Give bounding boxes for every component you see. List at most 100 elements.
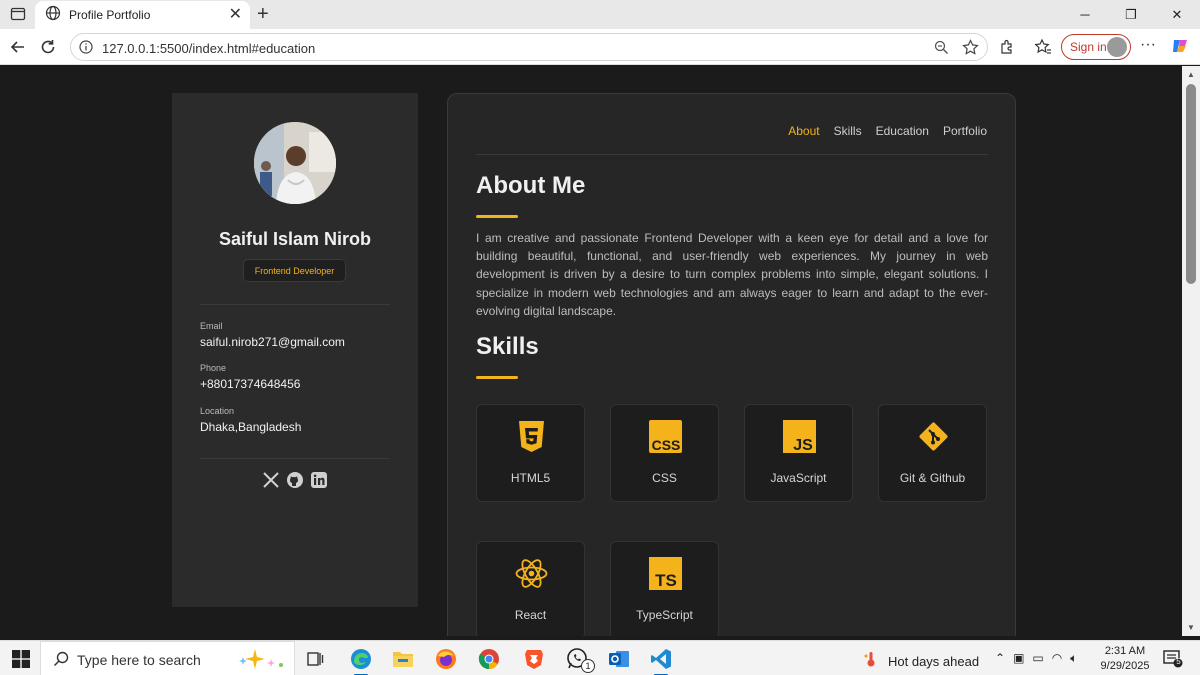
edge-icon[interactable] xyxy=(348,646,374,675)
task-view-icon[interactable] xyxy=(302,646,328,672)
firefox-icon[interactable] xyxy=(433,646,459,672)
skill-label: TypeScript xyxy=(636,608,693,622)
email-label: Email xyxy=(200,321,223,331)
more-options-icon[interactable]: ··· xyxy=(1140,36,1156,54)
zoom-icon[interactable] xyxy=(934,40,949,60)
browser-tabbar: Profile Portfolio ✕ + ─ ❐ ✕ xyxy=(0,0,1200,29)
skill-card-javascript: JS JavaScript xyxy=(744,404,853,502)
social-links xyxy=(172,471,418,489)
skill-card-react: React xyxy=(476,541,585,636)
tab-title: Profile Portfolio xyxy=(69,8,151,22)
contact-divider xyxy=(200,458,390,459)
search-placeholder: Type here to search xyxy=(77,652,201,668)
whatsapp-icon[interactable]: 1 xyxy=(564,646,595,673)
javascript-icon: JS xyxy=(782,419,817,454)
svg-text:TS: TS xyxy=(655,571,677,590)
phone-value[interactable]: +88017374648456 xyxy=(200,377,300,391)
volume-icon[interactable]: 🔈︎ xyxy=(1070,651,1077,666)
scrollbar-thumb[interactable] xyxy=(1186,84,1196,284)
weather-text: Hot days ahead xyxy=(888,654,980,669)
favorite-star-icon[interactable] xyxy=(962,39,979,61)
site-info-icon[interactable] xyxy=(79,40,93,59)
chevron-up-icon[interactable]: ⌃ xyxy=(995,651,1005,666)
file-explorer-icon[interactable] xyxy=(390,646,416,672)
html5-icon xyxy=(514,419,549,454)
taskbar: Type here to search 1 Hot days ahead ⌃ ▣… xyxy=(0,640,1200,675)
back-icon[interactable] xyxy=(8,37,28,57)
clock[interactable]: 2:31 AM 9/29/2025 xyxy=(1100,644,1150,674)
skill-label: HTML5 xyxy=(510,471,551,485)
brave-icon[interactable] xyxy=(521,646,547,672)
scroll-down-icon[interactable]: ▼ xyxy=(1187,623,1195,632)
url-text: 127.0.0.1:5500/index.html#education xyxy=(102,41,316,56)
profile-avatar-icon xyxy=(1107,37,1127,57)
browser-tab[interactable]: Profile Portfolio ✕ xyxy=(35,1,250,29)
nav-skills[interactable]: Skills xyxy=(834,124,862,138)
outlook-icon[interactable] xyxy=(606,646,632,672)
skill-label: CSS xyxy=(652,471,677,485)
x-icon[interactable] xyxy=(262,471,280,489)
sidebar-toggle-icon[interactable] xyxy=(10,6,26,22)
clock-time: 2:31 AM xyxy=(1104,645,1146,657)
css-icon: CSS xyxy=(648,419,683,454)
battery-icon[interactable]: ▭ xyxy=(1032,651,1043,666)
about-title: About Me xyxy=(476,172,586,199)
sign-in-label: Sign in xyxy=(1070,40,1107,54)
sign-in-button[interactable]: Sign in xyxy=(1061,34,1131,60)
skill-label: JavaScript xyxy=(770,471,827,485)
svg-text:JS: JS xyxy=(793,437,813,454)
phone-label: Phone xyxy=(200,363,227,373)
role-badge: Frontend Developer xyxy=(243,259,346,282)
notification-icon[interactable]: 5 xyxy=(1163,650,1183,673)
notification-count: 5 xyxy=(1176,657,1181,666)
main-content-card: About Skills Education Portfolio About M… xyxy=(447,93,1016,636)
scroll-up-icon[interactable]: ▲ xyxy=(1187,70,1195,79)
thermometer-icon xyxy=(862,650,880,673)
browser-toolbar: 127.0.0.1:5500/index.html#education Sign… xyxy=(0,29,1200,65)
profile-photo xyxy=(254,122,336,204)
location-label: Location xyxy=(200,406,235,416)
windows-start-icon[interactable] xyxy=(12,650,30,673)
typescript-icon: TS xyxy=(648,556,683,591)
extensions-icon[interactable] xyxy=(999,38,1016,60)
restore-icon[interactable]: ❐ xyxy=(1108,0,1154,29)
refresh-icon[interactable] xyxy=(38,37,58,57)
page-viewport: Saiful Islam Nirob Frontend Developer Em… xyxy=(4,66,1182,636)
section-nav: About Skills Education Portfolio xyxy=(788,124,987,138)
weather-widget[interactable]: Hot days ahead xyxy=(862,650,979,673)
taskbar-search[interactable]: Type here to search xyxy=(40,641,295,675)
nav-education[interactable]: Education xyxy=(876,124,929,138)
wifi-icon[interactable]: ◠ xyxy=(1052,651,1062,666)
clock-date: 9/29/2025 xyxy=(1100,660,1150,672)
system-tray: ⌃ ▣ ▭ ◠ 🔈︎ xyxy=(995,651,1077,666)
git-icon xyxy=(916,419,951,454)
search-icon xyxy=(53,651,69,672)
about-underline xyxy=(476,215,518,218)
copilot-icon[interactable] xyxy=(1170,36,1190,61)
skill-card-git: Git & Github xyxy=(878,404,987,502)
react-icon xyxy=(514,556,549,591)
page-scrollbar[interactable]: ▲ ▼ xyxy=(1182,66,1200,636)
close-tab-icon[interactable]: ✕ xyxy=(229,7,242,23)
email-value[interactable]: saiful.nirob271@gmail.com xyxy=(200,335,345,349)
skill-card-typescript: TS TypeScript xyxy=(610,541,719,636)
nav-portfolio[interactable]: Portfolio xyxy=(943,124,987,138)
new-tab-icon[interactable]: + xyxy=(257,4,269,24)
linkedin-icon[interactable] xyxy=(310,471,328,489)
minimize-icon[interactable]: ─ xyxy=(1062,0,1108,29)
vscode-icon[interactable] xyxy=(648,646,674,675)
window-controls: ─ ❐ ✕ xyxy=(1062,0,1200,29)
skill-label: Git & Github xyxy=(899,471,966,485)
github-icon[interactable] xyxy=(286,471,304,489)
close-window-icon[interactable]: ✕ xyxy=(1154,0,1200,29)
profile-card: Saiful Islam Nirob Frontend Developer Em… xyxy=(172,93,418,607)
address-bar[interactable]: 127.0.0.1:5500/index.html#education xyxy=(70,33,988,61)
device-icon[interactable]: ▣ xyxy=(1013,651,1024,666)
nav-divider xyxy=(476,154,988,155)
nav-about[interactable]: About xyxy=(788,124,819,138)
skill-card-html5: HTML5 xyxy=(476,404,585,502)
skills-title: Skills xyxy=(476,333,539,360)
favorites-icon[interactable] xyxy=(1034,38,1052,61)
chrome-icon[interactable] xyxy=(476,646,502,672)
location-value: Dhaka,Bangladesh xyxy=(200,420,302,434)
